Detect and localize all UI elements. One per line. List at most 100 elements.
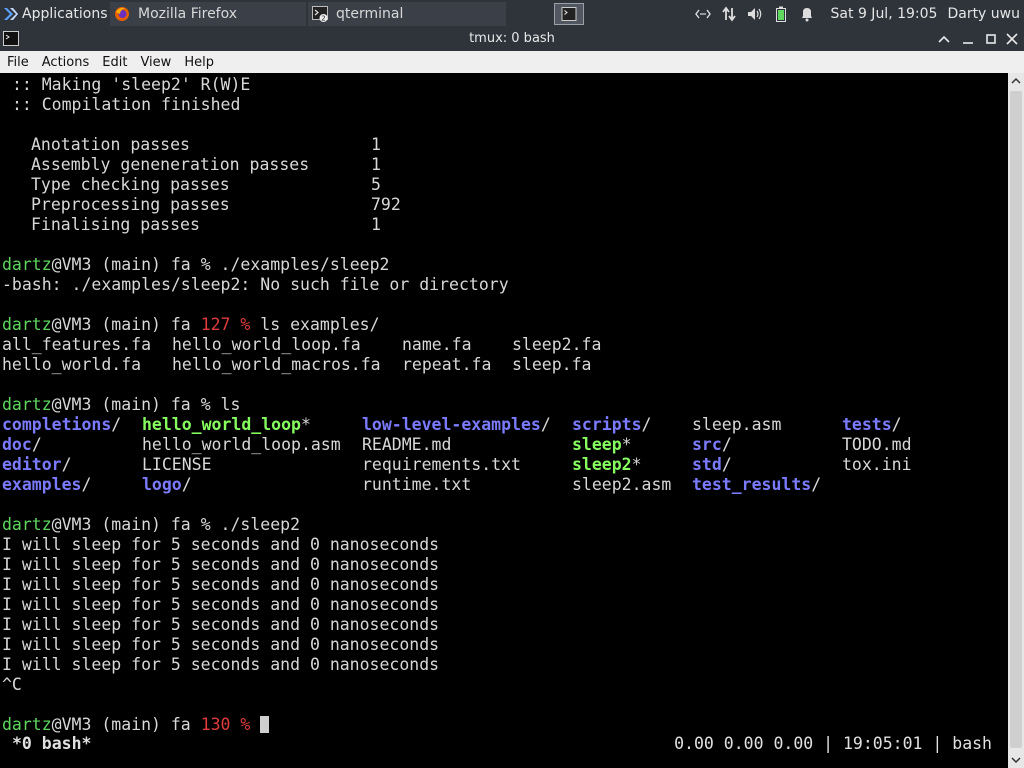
panel-username[interactable]: Darty uwu: [947, 6, 1020, 22]
ls-entry-suffix: /: [181, 475, 192, 494]
ls-entry-name: requirements.txt: [362, 455, 521, 474]
ls-entry-name: std: [692, 455, 722, 474]
ls-entry-name: test_results: [692, 475, 812, 494]
pass-name: Type checking passes: [31, 175, 230, 194]
program-output-line: I will sleep for 5 seconds and 0 nanosec…: [2, 595, 440, 614]
window-titlebar[interactable]: tmux: 0 bash: [0, 27, 1024, 51]
menu-view[interactable]: View: [133, 55, 177, 70]
ls-entry: completions/: [2, 415, 121, 435]
ls-entry-name: LICENSE: [142, 455, 212, 474]
file-entry: hello_world_macros.fa: [172, 355, 381, 374]
prompt-host: @VM3 (main) fa: [51, 395, 201, 414]
prompt-user: dartz: [2, 315, 52, 334]
notification-bell-icon[interactable]: [799, 6, 815, 22]
ls-entry: TODO.md: [842, 435, 912, 455]
ls-entry: low-level-examples/: [362, 415, 551, 435]
ls-entry-name: TODO.md: [842, 435, 912, 454]
ls-entry: doc/: [2, 435, 42, 455]
ls-entry-name: tests: [842, 415, 892, 434]
ls-entry-suffix: /: [111, 415, 122, 434]
terminal-icon: [561, 6, 577, 21]
window-title: tmux: 0 bash: [469, 31, 555, 46]
menu-file[interactable]: File: [0, 55, 35, 70]
ls-entry: tests/: [842, 415, 902, 435]
applications-menu[interactable]: Applications: [0, 0, 108, 27]
ls-entry-name: completions: [2, 415, 112, 434]
scrollbar-thumb[interactable]: [1010, 91, 1022, 748]
file-entry: hello_world.fa: [2, 355, 142, 374]
exit-status: 127 %: [200, 315, 251, 334]
file-entry: hello_world_loop.fa: [172, 335, 361, 354]
minimize-button[interactable]: [960, 31, 976, 47]
program-output-line: I will sleep for 5 seconds and 0 nanosec…: [2, 635, 440, 654]
pass-count: 5: [371, 175, 381, 194]
program-output-line: I will sleep for 5 seconds and 0 nanosec…: [2, 615, 440, 634]
prompt-host: @VM3 (main) fa: [51, 315, 201, 334]
ls-entry-name: tox.ini: [842, 455, 912, 474]
prompt-host: @VM3 (main) fa: [51, 255, 201, 274]
ls-entry: sleep*: [572, 435, 632, 455]
taskbar-item-qterminal[interactable]: 2 qterminal: [308, 1, 506, 26]
ls-entry: editor/: [2, 455, 72, 475]
pass-count: 1: [371, 155, 381, 174]
desktop-switcher-button[interactable]: [554, 2, 584, 25]
ls-entry-name: doc: [2, 435, 32, 454]
ls-entry: hello_world_loop.asm: [142, 435, 341, 455]
shell-prompt-line: dartz@VM3 (main) fa % ./examples/sleep2: [2, 255, 389, 275]
tmux-window-list[interactable]: *0 bash*: [12, 734, 91, 753]
applications-logo-icon: [4, 7, 18, 20]
menu-help[interactable]: Help: [177, 55, 220, 70]
command-text: % ls: [200, 395, 241, 414]
ls-entry-suffix: *: [631, 455, 642, 474]
taskbar-item-label: qterminal: [336, 5, 404, 22]
system-tray: Sat 9 Jul, 19:05 Darty uwu: [694, 6, 1024, 22]
compile-status-text: :: Compilation finished: [11, 95, 241, 114]
window-shade-button[interactable]: [936, 31, 952, 47]
battery-icon[interactable]: [773, 6, 789, 22]
terminal-icon: 2: [312, 5, 328, 22]
scroll-down-arrow-icon[interactable]: [1008, 752, 1024, 768]
menu-edit[interactable]: Edit: [95, 55, 133, 70]
pass-name: Preprocessing passes: [31, 195, 230, 214]
command-text: % ./examples/sleep2: [200, 255, 390, 274]
pass-count: 1: [371, 135, 381, 154]
file-entry: all_features.fa: [2, 335, 152, 354]
firefox-icon: [115, 6, 129, 21]
prompt-host: @VM3 (main) fa: [51, 515, 201, 534]
command-text: % ./sleep2: [200, 515, 301, 534]
terminal-scrollbar[interactable]: [1008, 73, 1024, 768]
ls-entry-suffix: /: [31, 435, 42, 454]
panel-clock[interactable]: Sat 9 Jul, 19:05: [831, 6, 938, 22]
transfer-arrows-icon[interactable]: [721, 6, 737, 22]
menu-actions[interactable]: Actions: [35, 55, 96, 70]
ls-entry: runtime.txt: [362, 475, 471, 495]
shell-prompt-line: dartz@VM3 (main) fa 127 % ls examples/: [2, 315, 380, 335]
network-icon[interactable]: [694, 6, 711, 22]
taskbar-item-firefox[interactable]: Mozilla Firefox: [110, 1, 306, 26]
ls-entry-name: sleep2: [572, 455, 632, 474]
program-output-line: I will sleep for 5 seconds and 0 nanosec…: [2, 655, 440, 674]
close-button[interactable]: [1004, 31, 1020, 47]
ls-entry-suffix: /: [811, 475, 822, 494]
ls-entry-name: README.md: [362, 435, 452, 454]
ls-entry: LICENSE: [142, 455, 212, 475]
terminal-line: :: Compilation finished: [2, 95, 240, 115]
ls-entry-name: sleep.asm: [692, 415, 782, 434]
volume-icon[interactable]: [747, 6, 763, 22]
file-entry: repeat.fa: [402, 355, 492, 374]
pass-count: 1: [371, 215, 381, 234]
maximize-button[interactable]: [983, 31, 999, 47]
ls-entry-suffix: /: [81, 475, 92, 494]
terminal-line: :: Making 'sleep2' R(W)E: [2, 75, 250, 95]
pass-count: 792: [371, 195, 401, 214]
ls-entry: README.md: [362, 435, 451, 455]
scroll-up-arrow-icon[interactable]: [1008, 73, 1024, 89]
ls-entry-name: src: [692, 435, 722, 454]
prompt-user: dartz: [2, 395, 52, 414]
ls-entry-suffix: *: [621, 435, 632, 454]
terminal-view[interactable]: :: Making 'sleep2' R(W)E :: Compilation …: [0, 73, 1008, 768]
shell-prompt-line: dartz@VM3 (main) fa % ls: [2, 395, 240, 415]
ls-entry-name: low-level-examples: [362, 415, 541, 434]
ls-entry: sleep2*: [572, 455, 642, 475]
ls-entry-suffix: /: [721, 455, 732, 474]
